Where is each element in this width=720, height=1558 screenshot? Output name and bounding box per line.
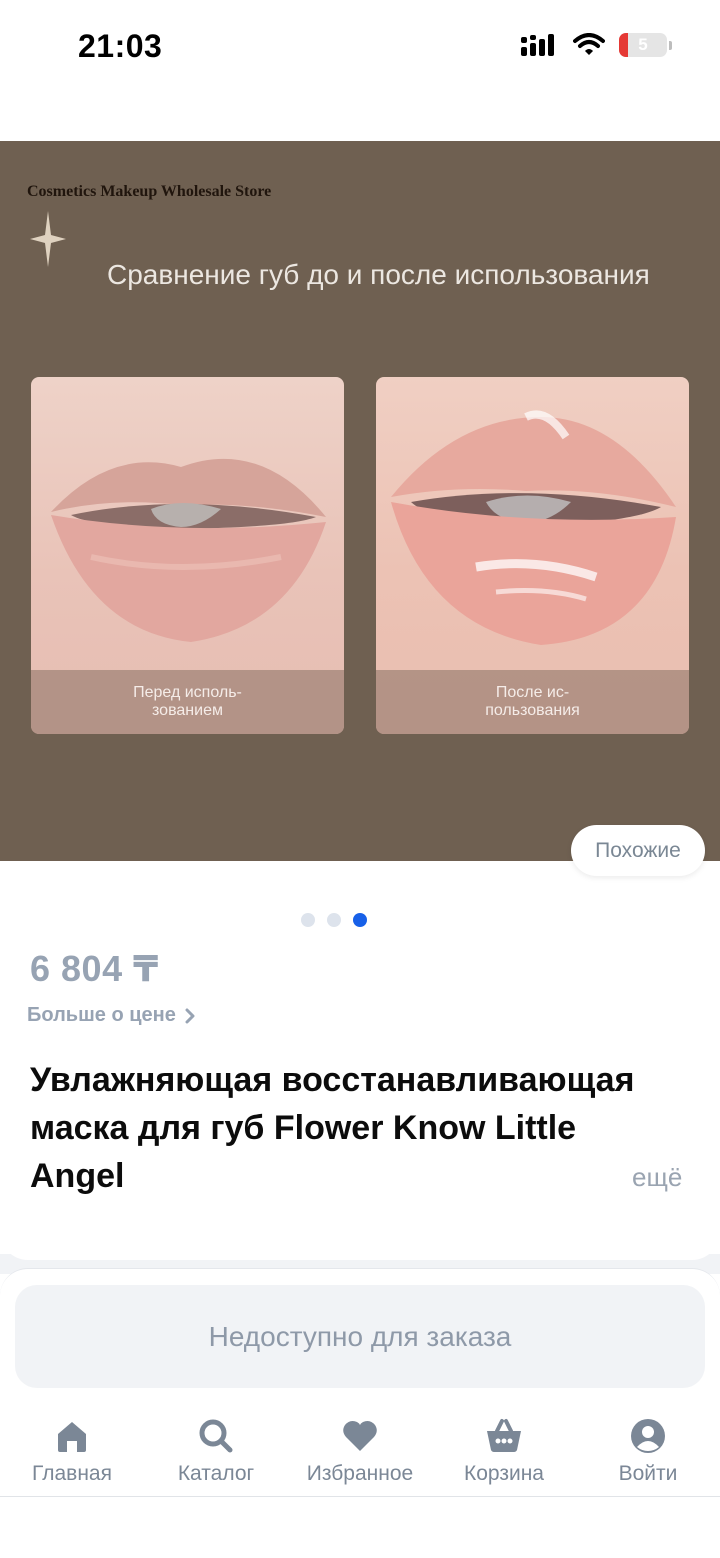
gallery-dot[interactable]	[301, 913, 315, 927]
unavailable-order-button[interactable]: Недоступно для заказа	[15, 1285, 705, 1388]
wifi-icon	[573, 33, 605, 55]
info-card-edge	[0, 1230, 720, 1260]
product-image[interactable]: Cosmetics Makeup Wholesale Store Сравнен…	[0, 141, 720, 861]
price-details-link[interactable]: Больше о цене	[27, 1004, 196, 1027]
gallery-pagination	[301, 913, 367, 927]
tab-catalog-label: Каталог	[177, 1462, 255, 1485]
tab-home-label: Главная	[32, 1462, 112, 1485]
status-icons: 5	[521, 33, 672, 57]
expand-title-link[interactable]: ещё	[632, 1162, 682, 1193]
tab-favorites[interactable]: Избранное	[288, 1404, 432, 1494]
heart-icon	[343, 1421, 377, 1451]
store-name: Cosmetics Makeup Wholesale Store	[27, 183, 272, 200]
tab-cart-label: Корзина	[464, 1462, 544, 1485]
before-lips-image: Перед исполь- зованием	[31, 377, 344, 734]
battery-indicator: 5	[619, 33, 667, 57]
status-bar: 21:03 5	[0, 0, 720, 95]
battery-level: 5	[638, 35, 648, 54]
tab-favorites-label: Избранное	[306, 1462, 414, 1485]
image-heading: Сравнение губ до и после использования	[107, 259, 650, 290]
product-price: 6 804 ₸	[30, 948, 159, 989]
before-caption: Перед исполь- зованием	[31, 670, 344, 734]
bottom-tab-bar: Главная Каталог Избранное Корзина Войти	[0, 1404, 720, 1497]
tab-login[interactable]: Войти	[576, 1404, 720, 1494]
similar-products-button[interactable]: Похожие	[571, 825, 705, 876]
gallery-dot-active[interactable]	[353, 913, 367, 927]
after-lips-image: После ис- пользования	[376, 377, 689, 734]
profile-icon	[631, 1419, 665, 1453]
status-time: 21:03	[78, 28, 163, 64]
gallery-dot[interactable]	[327, 913, 341, 927]
after-caption: После ис- пользования	[376, 670, 689, 734]
tab-catalog[interactable]: Каталог	[144, 1404, 288, 1494]
cellular-signal-icon	[521, 34, 554, 56]
home-indicator-area	[0, 1497, 720, 1558]
basket-icon	[487, 1419, 521, 1452]
price-details-label: Больше о цене	[27, 1004, 176, 1026]
home-icon	[58, 1422, 86, 1452]
search-icon	[199, 1419, 233, 1453]
product-title: Увлажняющая восстанавливающая маска для …	[30, 1061, 635, 1195]
tab-login-label: Войти	[618, 1462, 678, 1485]
chevron-right-icon	[185, 1008, 195, 1023]
sparkle-icon	[30, 211, 66, 267]
tab-home[interactable]: Главная	[0, 1404, 144, 1494]
tab-cart[interactable]: Корзина	[432, 1404, 576, 1494]
